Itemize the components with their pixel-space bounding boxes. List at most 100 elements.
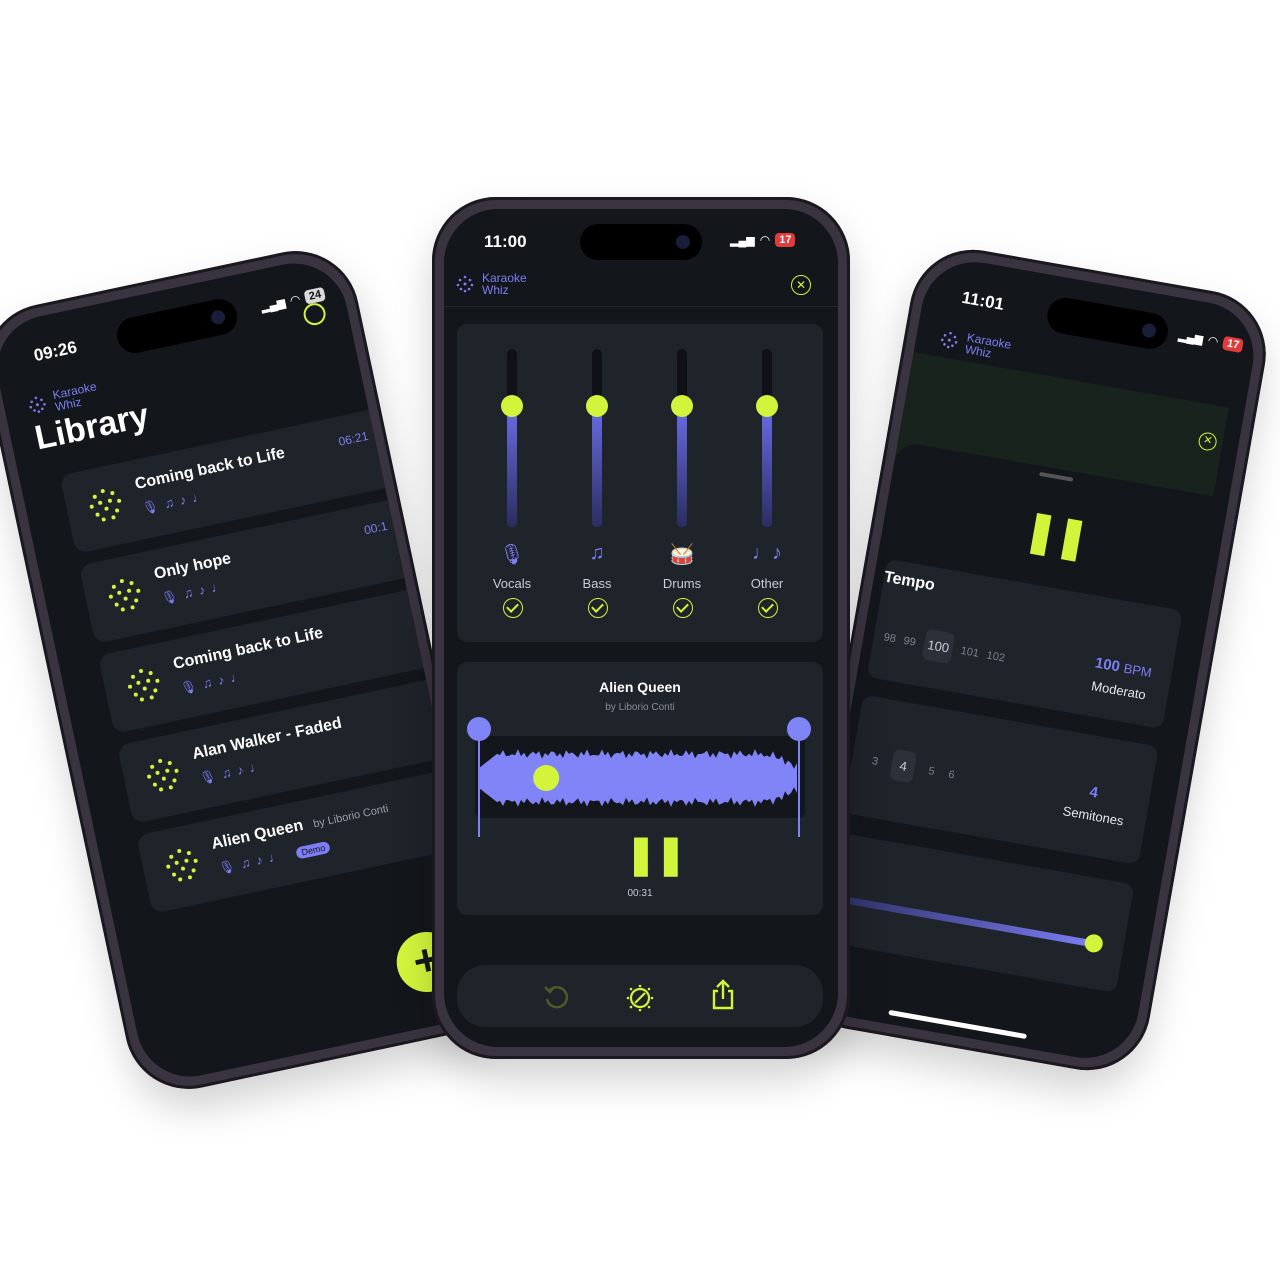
song-stems-icons: 🎙♫♪♩ bbox=[159, 576, 232, 607]
stem-enabled-checkbox[interactable] bbox=[758, 598, 778, 618]
tempo-picker[interactable]: 98 99 100 101 102 bbox=[881, 621, 1007, 673]
mixer-phone: 11:00 ▂▄▆ ◠ 17 Karaoke Whiz ✕ 🎙 Vocals ♫ Ba… bbox=[432, 197, 850, 1059]
song-title: Coming back to Life bbox=[133, 444, 287, 493]
fader-fill bbox=[592, 406, 602, 527]
dynamic-island bbox=[1044, 295, 1171, 352]
dynamic-island bbox=[113, 295, 241, 357]
brand-logo: Karaoke Whiz bbox=[938, 327, 1012, 363]
drum-icon: 🥁 bbox=[669, 544, 695, 566]
sheet-handle[interactable] bbox=[1039, 471, 1074, 482]
player-card: Alien Queen by Liborio Conti ❚❚ 00:31 bbox=[457, 662, 823, 915]
settings-screen: 11:01 ▂▄▆ ◠ 17 Karaoke Whiz ✕ ❚❚ Tempo 9… bbox=[798, 253, 1262, 1067]
status-time: 09:26 bbox=[32, 337, 79, 366]
share-icon[interactable] bbox=[709, 979, 737, 1011]
fader-drums[interactable] bbox=[671, 349, 693, 527]
status-time: 11:00 bbox=[484, 232, 527, 251]
demo-badge: Demo bbox=[295, 840, 332, 860]
brand-dots-icon bbox=[29, 396, 46, 413]
song-title: Alan Walker - Faded bbox=[190, 714, 344, 763]
current-time: 00:31 bbox=[627, 888, 653, 899]
fader-vocals[interactable] bbox=[501, 349, 523, 527]
guitar-icon: ♫ bbox=[589, 542, 605, 564]
bottom-toolbar bbox=[457, 965, 823, 1027]
wifi-icon: ◠ bbox=[288, 291, 302, 308]
pitch-picker[interactable]: 3 4 5 6 bbox=[869, 745, 957, 790]
tempo-value: 100 BPM bbox=[1093, 654, 1153, 681]
volume-knob[interactable] bbox=[1083, 932, 1105, 954]
fader-fill bbox=[762, 406, 772, 527]
pause-icon[interactable]: ❚❚ bbox=[625, 832, 687, 877]
battery-indicator: 17 bbox=[1222, 335, 1245, 354]
playhead-knob bbox=[533, 765, 560, 791]
trim-start-handle bbox=[467, 717, 491, 741]
header-divider bbox=[444, 306, 838, 307]
fader-fill bbox=[507, 406, 517, 527]
tempo-name: Moderato bbox=[1090, 678, 1147, 703]
settings-icon[interactable] bbox=[301, 301, 328, 328]
brand-logo: Karaoke Whiz bbox=[456, 272, 527, 296]
music-notes-icon: ♩♪ bbox=[752, 542, 782, 564]
stem-label: Other bbox=[750, 576, 784, 591]
battery-indicator: 17 bbox=[775, 233, 796, 247]
song-art-icon bbox=[128, 669, 160, 702]
waveform-shape bbox=[479, 749, 797, 807]
tuning-icon[interactable] bbox=[625, 983, 655, 1013]
status-icons: ▂▄▆ ◠ 17 bbox=[1177, 328, 1245, 354]
wifi-icon: ◠ bbox=[1206, 333, 1220, 349]
stem-label: Drums bbox=[662, 576, 702, 591]
fader-knob[interactable] bbox=[756, 395, 778, 417]
bottom-sheet: ❚❚ Tempo 98 99 100 101 102 100 BPM Moder… bbox=[798, 440, 1229, 1067]
status-time: 11:01 bbox=[960, 287, 1006, 314]
close-icon[interactable]: ✕ bbox=[791, 275, 811, 295]
signal-icon: ▂▄▆ bbox=[730, 234, 755, 247]
signal-icon: ▂▄▆ bbox=[1177, 329, 1205, 346]
fader-knob[interactable] bbox=[501, 395, 523, 417]
fader-bass[interactable] bbox=[586, 349, 608, 527]
reset-icon[interactable] bbox=[543, 983, 571, 1011]
stem-enabled-checkbox[interactable] bbox=[503, 598, 523, 618]
song-artist: by Liborio Conti bbox=[312, 802, 390, 831]
song-stems-icons: 🎙♫♪♩ bbox=[178, 666, 251, 697]
pause-icon[interactable]: ❚❚ bbox=[1021, 506, 1091, 562]
pitch-selected: 4 bbox=[889, 748, 918, 784]
wifi-icon: ◠ bbox=[759, 233, 771, 247]
waveform-editor[interactable] bbox=[467, 712, 813, 842]
status-icons: ▂▄▆ ◠ 17 bbox=[730, 233, 796, 247]
song-stems-icons: 🎙♫♪♩ bbox=[140, 486, 213, 517]
tempo-selected: 100 bbox=[921, 628, 956, 665]
trim-end-handle bbox=[787, 717, 811, 741]
stem-enabled-checkbox[interactable] bbox=[673, 598, 693, 618]
pitch-unit: Semitones bbox=[1061, 803, 1125, 829]
settings-phone: 11:01 ▂▄▆ ◠ 17 Karaoke Whiz ✕ ❚❚ Tempo 9… bbox=[784, 239, 1276, 1081]
song-art-icon bbox=[147, 759, 179, 792]
stem-enabled-checkbox[interactable] bbox=[588, 598, 608, 618]
mixer-screen: 11:00 ▂▄▆ ◠ 17 Karaoke Whiz ✕ 🎙 Vocals ♫ Ba… bbox=[444, 209, 838, 1047]
brand-name: Karaoke Whiz bbox=[482, 271, 527, 297]
brand-dots-icon bbox=[940, 331, 958, 349]
brand-dots-icon bbox=[456, 275, 474, 293]
fader-knob[interactable] bbox=[671, 395, 693, 417]
song-art-icon bbox=[89, 489, 122, 522]
dynamic-island bbox=[580, 224, 702, 260]
song-art-icon bbox=[166, 848, 198, 882]
fader-fill bbox=[677, 406, 687, 527]
song-stems-icons: 🎙♫♪♩ bbox=[198, 756, 270, 787]
fader-other[interactable] bbox=[756, 349, 778, 527]
song-duration: 00:1 bbox=[362, 518, 389, 538]
battery-indicator: 24 bbox=[303, 286, 327, 305]
tempo-label: Tempo bbox=[882, 568, 937, 595]
stem-label: Bass bbox=[582, 576, 612, 591]
stem-label: Vocals bbox=[492, 576, 532, 591]
mixer-card: 🎙 Vocals ♫ Bass 🥁 Drums ♩♪ Other bbox=[457, 324, 823, 642]
volume-card: e bbox=[820, 832, 1135, 993]
song-title: Alien Queen bbox=[599, 679, 681, 695]
signal-icon: ▂▄▆ bbox=[259, 296, 287, 314]
pitch-value: 4 bbox=[1088, 783, 1100, 802]
song-art-icon bbox=[108, 579, 141, 612]
song-duration: 06:21 bbox=[337, 428, 370, 449]
microphone-icon: 🎙 bbox=[499, 544, 525, 566]
volume-slider[interactable] bbox=[827, 893, 1105, 954]
fader-knob[interactable] bbox=[586, 395, 608, 417]
library-screen: 09:26 ▂▄▆ ◠ 24 Karaoke Whiz Library Comi… bbox=[0, 253, 497, 1087]
brand-name: Karaoke Whiz bbox=[963, 330, 1013, 361]
